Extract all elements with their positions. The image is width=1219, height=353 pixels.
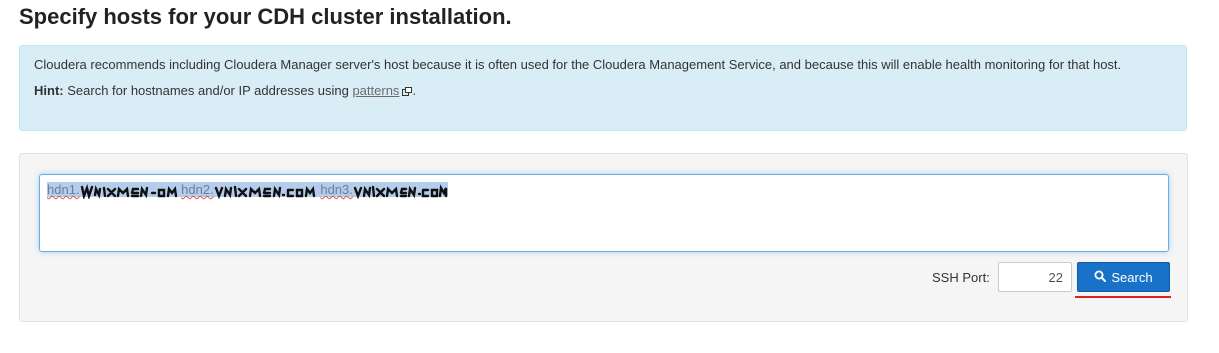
host-entry-1-prefix: hdn1. xyxy=(47,182,80,197)
host-search-panel: hdn1. hdn2. hdn3. SSH Port: 22 Search xyxy=(19,153,1188,322)
selected-hosts-text: hdn1. hdn2. hdn3. xyxy=(47,182,448,199)
ssh-port-input[interactable]: 22 xyxy=(998,262,1072,292)
search-button[interactable]: Search xyxy=(1077,262,1170,292)
annotation-underline xyxy=(1075,296,1171,298)
page-title: Specify hosts for your CDH cluster insta… xyxy=(19,4,512,29)
hint-end: . xyxy=(412,83,417,98)
search-button-label: Search xyxy=(1111,269,1153,285)
patterns-link[interactable]: patterns xyxy=(352,83,399,98)
hint-text: Search for hostnames and/or IP addresses… xyxy=(67,83,349,98)
external-link-icon[interactable] xyxy=(402,82,413,102)
host-entry-3-prefix: hdn3. xyxy=(320,182,353,197)
info-alert: Cloudera recommends including Cloudera M… xyxy=(19,45,1187,131)
redacted-scribble-1 xyxy=(80,183,177,199)
ssh-port-label: SSH Port: xyxy=(932,270,990,285)
hint-line: Hint: Search for hostnames and/or IP add… xyxy=(34,81,1172,102)
hostnames-textarea[interactable]: hdn1. hdn2. hdn3. xyxy=(39,174,1169,252)
search-icon xyxy=(1094,270,1107,285)
host-entry-2-prefix: hdn2. xyxy=(181,182,214,197)
redacted-scribble-3 xyxy=(353,183,448,199)
hint-label: Hint: xyxy=(34,83,64,98)
redacted-scribble-2 xyxy=(214,185,315,199)
info-message: Cloudera recommends including Cloudera M… xyxy=(34,57,1122,72)
